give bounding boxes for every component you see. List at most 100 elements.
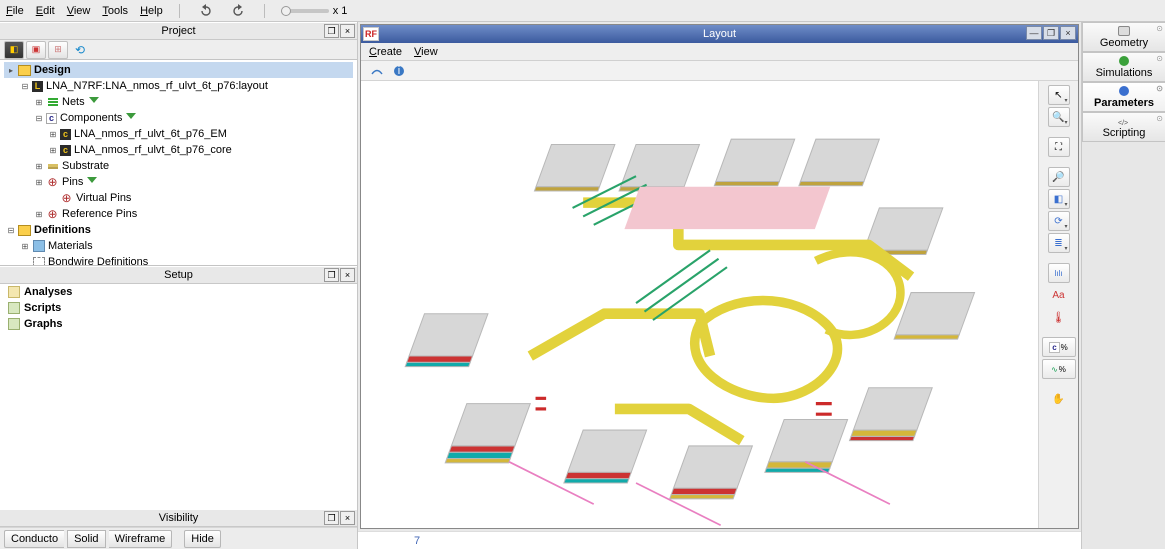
layout-toolbar: i [361, 61, 1078, 81]
expand-icon[interactable]: ⊞ [20, 241, 30, 251]
zoom-label: x 1 [333, 5, 348, 17]
tree-comp-core[interactable]: ⊞cLNA_nmos_rf_ulvt_6t_p76_core [4, 142, 353, 158]
fit-view-tool[interactable]: ⛶ [1048, 137, 1070, 157]
filter-icon[interactable] [87, 177, 97, 187]
expand-icon[interactable]: ⊞ [34, 177, 44, 187]
wave-percent-tool[interactable]: ∿% [1042, 359, 1076, 379]
expand-icon[interactable]: ⊞ [34, 161, 44, 171]
tree-virtual-pins[interactable]: ⊕Virtual Pins [4, 190, 353, 206]
zoom-slider[interactable]: x 1 [281, 5, 348, 17]
layout-menu-create[interactable]: Create [369, 46, 402, 58]
expand-icon[interactable]: ⊞ [48, 129, 58, 139]
separator [264, 4, 265, 18]
project-tool-2[interactable]: ▣ [26, 41, 46, 59]
tab-parameters[interactable]: ⊙Parameters [1082, 82, 1165, 112]
filter-icon[interactable] [126, 113, 136, 123]
redo-button[interactable] [228, 2, 248, 20]
setup-graphs[interactable]: Graphs [0, 316, 357, 332]
annotate-tool[interactable]: Aa [1048, 285, 1070, 305]
expand-icon[interactable]: ▸ [6, 65, 16, 75]
info-icon[interactable]: i [391, 63, 407, 79]
view-cube-tool[interactable]: ◧▾ [1048, 189, 1070, 209]
tree-label: Reference Pins [62, 208, 137, 220]
project-tree[interactable]: ▸Design ⊟LLNA_N7RF:LNA_nmos_rf_ulvt_6t_p… [0, 60, 357, 266]
vis-wireframe-button[interactable]: Wireframe [109, 530, 173, 548]
layout-minimize-button[interactable]: — [1026, 26, 1042, 40]
menu-file[interactable]: FFileile [6, 5, 24, 17]
tree-nets[interactable]: ⊞Nets [4, 94, 353, 110]
expand-icon[interactable]: ⊟ [20, 81, 30, 91]
setup-scripts[interactable]: Scripts [0, 300, 357, 316]
vis-hide-button[interactable]: Hide [184, 530, 221, 548]
menu-view[interactable]: View [67, 5, 91, 17]
project-panel-header: Project ❐ × [0, 22, 357, 40]
vis-conducto-button[interactable]: Conducto [4, 530, 64, 548]
tree-design[interactable]: ▸Design [4, 62, 353, 78]
setup-pane[interactable]: Analyses Scripts Graphs [0, 284, 357, 509]
rotate-tool[interactable]: ⟳▾ [1048, 211, 1070, 231]
visibility-restore-button[interactable]: ❐ [324, 511, 339, 525]
filter-icon[interactable] [89, 97, 99, 107]
project-tool-1[interactable]: ◧ [4, 41, 24, 59]
undo-button[interactable] [196, 2, 216, 20]
layout-titlebar[interactable]: RF Layout — ❐ × [361, 25, 1078, 43]
visibility-panel-header: Visibility ❐ × [0, 509, 357, 527]
tree-materials[interactable]: ⊞Materials [4, 238, 353, 254]
parameters-icon [1119, 86, 1129, 96]
setup-label: Scripts [24, 302, 61, 314]
layout-menu-view[interactable]: View [414, 46, 438, 58]
layers-tool[interactable]: ≣▾ [1048, 233, 1070, 253]
expand-icon[interactable]: ⊟ [6, 225, 16, 235]
project-refresh[interactable]: ⟲ [70, 41, 90, 59]
component-icon: c [60, 129, 71, 140]
setup-analyses[interactable]: Analyses [0, 284, 357, 300]
c-percent-tool[interactable]: c% [1042, 337, 1076, 357]
tree-label: Substrate [62, 160, 109, 172]
project-close-button[interactable]: × [340, 24, 355, 38]
tree-definitions[interactable]: ⊟Definitions [4, 222, 353, 238]
tree-bondwire[interactable]: Bondwire Definitions [4, 254, 353, 266]
tree-label: Virtual Pins [76, 192, 131, 204]
tree-components[interactable]: ⊟cComponents [4, 110, 353, 126]
expand-icon[interactable]: ⊟ [34, 113, 44, 123]
menu-tools[interactable]: Tools [102, 5, 128, 17]
visibility-bar: Conducto Solid Wireframe Hide [0, 527, 357, 549]
menu-help[interactable]: Help [140, 5, 163, 17]
project-restore-button[interactable]: ❐ [324, 24, 339, 38]
project-tool-3[interactable]: ⊞ [48, 41, 68, 59]
geometry-icon [1118, 26, 1130, 36]
expand-icon[interactable]: ⊞ [34, 97, 44, 107]
snap-icon[interactable] [369, 63, 385, 79]
hand-tool[interactable]: ✋ [1048, 389, 1070, 409]
tree-comp-em[interactable]: ⊞cLNA_nmos_rf_ulvt_6t_p76_EM [4, 126, 353, 142]
setup-restore-button[interactable]: ❐ [324, 268, 339, 282]
zoom-tool[interactable]: 🔍▾ [1048, 107, 1070, 127]
tree-substrate[interactable]: ⊞ Substrate [4, 158, 353, 174]
project-panel-title: Project [161, 25, 195, 37]
tree-reference-pins[interactable]: ⊞⊕Reference Pins [4, 206, 353, 222]
vis-solid-button[interactable]: Solid [67, 530, 105, 548]
tab-scripting[interactable]: ⊙Scripting [1082, 112, 1165, 142]
zoom-area-tool[interactable]: 🔎 [1048, 167, 1070, 187]
setup-label: Analyses [24, 286, 72, 298]
materials-icon [32, 240, 45, 252]
cursor-tool[interactable]: ↖▾ [1048, 85, 1070, 105]
layout-restore-button[interactable]: ❐ [1043, 26, 1059, 40]
histogram-tool[interactable]: lılı [1048, 263, 1070, 283]
setup-close-button[interactable]: × [340, 268, 355, 282]
thermal-tool[interactable]: 🌡 [1048, 307, 1070, 327]
layout-cell-icon: L [32, 81, 43, 92]
nets-icon [46, 96, 59, 108]
pin-icon: ⊙ [1156, 54, 1163, 63]
visibility-close-button[interactable]: × [340, 511, 355, 525]
layout-close-button[interactable]: × [1060, 26, 1076, 40]
tab-geometry[interactable]: ⊙Geometry [1082, 22, 1165, 52]
pin-icon: ⊕ [46, 176, 59, 188]
tab-simulations[interactable]: ⊙Simulations [1082, 52, 1165, 82]
expand-icon[interactable]: ⊞ [34, 209, 44, 219]
layout-canvas[interactable] [361, 81, 1038, 528]
menu-edit[interactable]: Edit [36, 5, 55, 17]
tree-layout-cell[interactable]: ⊟LLNA_N7RF:LNA_nmos_rf_ulvt_6t_p76:layou… [4, 78, 353, 94]
tree-pins[interactable]: ⊞⊕Pins [4, 174, 353, 190]
expand-icon[interactable]: ⊞ [48, 145, 58, 155]
